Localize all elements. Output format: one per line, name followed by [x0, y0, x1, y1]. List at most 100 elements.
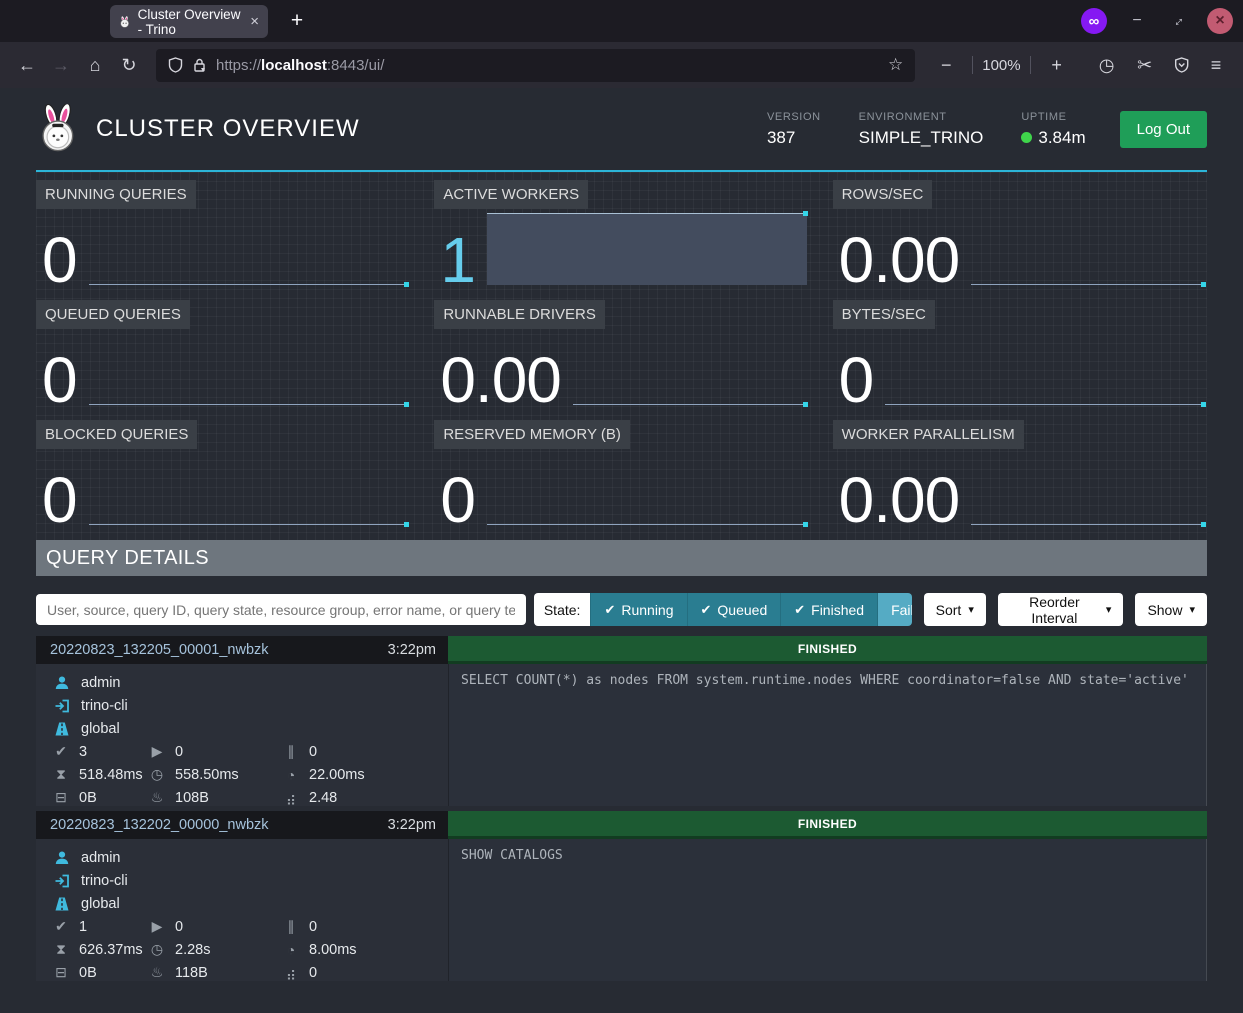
extension-shield-icon[interactable]	[1174, 57, 1189, 73]
lock-warning-icon[interactable]	[192, 57, 207, 73]
chevron-down-icon: ▾	[968, 603, 974, 616]
parallelism-icon: ⣴	[282, 789, 300, 806]
bookmark-star-icon[interactable]: ☆	[888, 55, 903, 75]
tab-close-icon[interactable]: ×	[250, 13, 259, 30]
restore-icon: ↔	[1166, 9, 1187, 30]
state-queued-button[interactable]: ✔Queued	[687, 593, 781, 626]
cumulative-memory-icon: ♨	[148, 964, 166, 981]
sparkline-dot	[404, 282, 409, 287]
history-icon[interactable]: ◷	[1090, 55, 1124, 76]
chevron-down-icon: ▾	[1189, 603, 1195, 616]
logout-button[interactable]: Log Out	[1120, 111, 1207, 148]
wall-time: 518.48ms	[79, 767, 143, 783]
sparkline-dot	[803, 402, 808, 407]
window-restore-button[interactable]: ↔	[1167, 12, 1187, 30]
sort-dropdown[interactable]: Sort▾	[924, 593, 986, 626]
user-icon	[52, 675, 72, 691]
metrics-grid: RUNNING QUERIES 0 ACTIVE WORKERS 1 ROWS/…	[36, 172, 1207, 540]
metric-panel-worker-parallelism: WORKER PARALLELISM 0.00	[833, 420, 1207, 532]
uptime-value: 3.84m	[1038, 128, 1085, 148]
show-dropdown[interactable]: Show▾	[1135, 593, 1207, 626]
parallelism: 2.48	[309, 790, 337, 806]
reload-icon[interactable]: ↻	[112, 55, 146, 76]
metric-value: 0.00	[839, 472, 960, 528]
query-source: trino-cli	[81, 698, 128, 714]
metric-sparkline	[971, 215, 1205, 285]
metric-sparkline	[89, 335, 409, 405]
query-resource-group: global	[81, 721, 120, 737]
uptime-info: UPTIME 3.84m	[1021, 111, 1085, 148]
url-host: localhost	[261, 57, 327, 74]
page-title: CLUSTER OVERVIEW	[96, 115, 360, 143]
reorder-interval-dropdown[interactable]: Reorder Interval▾	[998, 593, 1124, 626]
state-filter-group: State: ✔Running ✔Queued ✔Finished Failed…	[534, 593, 912, 626]
tracking-shield-icon[interactable]	[168, 57, 183, 73]
parallelism-icon: ⣴	[282, 964, 300, 981]
metric-label: BYTES/SEC	[833, 300, 935, 329]
browser-navbar: ← → ⌂ ↻ https://localhost:8443/ui/ ☆ − 1…	[0, 42, 1243, 88]
source-login-icon	[52, 698, 72, 714]
state-running-button[interactable]: ✔Running	[590, 593, 686, 626]
metric-label: RESERVED MEMORY (B)	[434, 420, 630, 449]
query-id-link[interactable]: 20220823_132205_00001_nwbzk	[50, 642, 269, 658]
parallelism: 0	[309, 965, 317, 981]
running-splits: 0	[175, 744, 183, 760]
chevron-down-icon: ▾	[1106, 603, 1112, 616]
query-meta-panel: admin trino-cli global ✔3 ▶0 ∥0 ⧗518.48m…	[36, 664, 448, 806]
window-close-button[interactable]: ×	[1207, 8, 1233, 34]
back-icon[interactable]: ←	[10, 55, 44, 76]
forward-icon[interactable]: →	[44, 55, 78, 76]
zoom-in-icon[interactable]: +	[1040, 55, 1074, 76]
home-icon[interactable]: ⌂	[78, 55, 112, 76]
queued-splits-icon: ∥	[282, 918, 300, 935]
metric-value: 0	[440, 472, 475, 528]
browser-tab[interactable]: Cluster Overview - Trino ×	[110, 5, 268, 38]
query-row-header: 20220823_132205_00001_nwbzk 3:22pm	[36, 636, 448, 664]
environment-info: ENVIRONMENT SIMPLE_TRINO	[859, 111, 984, 148]
state-finished-button[interactable]: ✔Finished	[780, 593, 877, 626]
trino-logo	[36, 104, 82, 154]
window-minimize-button[interactable]: −	[1127, 12, 1147, 30]
query-search-input[interactable]	[36, 594, 526, 625]
zoom-level[interactable]: 100%	[982, 57, 1020, 74]
check-icon: ✔	[604, 602, 615, 618]
new-tab-button[interactable]: +	[282, 6, 312, 36]
queued-splits: 0	[309, 919, 317, 935]
zoom-out-icon[interactable]: −	[929, 55, 963, 76]
metric-label: BLOCKED QUERIES	[36, 420, 197, 449]
url-bar[interactable]: https://localhost:8443/ui/ ☆	[156, 49, 915, 82]
trino-favicon	[119, 14, 131, 30]
url-protocol: https://	[216, 57, 261, 74]
state-failed-dropdown[interactable]: Failed▾	[877, 593, 912, 626]
queued-splits-icon: ∥	[282, 743, 300, 760]
query-resource-group: global	[81, 896, 120, 912]
menu-hamburger-icon[interactable]: ≡	[1199, 55, 1233, 76]
query-status-bar: FINISHED	[448, 811, 1207, 839]
cpu-time-icon: ◔	[282, 767, 300, 783]
query-details-title: QUERY DETAILS	[46, 547, 209, 570]
state-filter-label: State:	[534, 593, 591, 626]
current-memory-icon: ⊟	[52, 964, 70, 981]
query-id-link[interactable]: 20220823_132202_00000_nwbzk	[50, 817, 269, 833]
screenshot-scissors-icon[interactable]: ✂	[1128, 55, 1162, 76]
version-info: VERSION 387	[767, 111, 821, 148]
elapsed-time-icon: ◷	[148, 766, 166, 783]
query-meta-panel: admin trino-cli global ✔1 ▶0 ∥0 ⧗626.37m…	[36, 839, 448, 981]
query-toolbar: State: ✔Running ✔Queued ✔Finished Failed…	[36, 593, 1207, 626]
sparkline-dot	[803, 522, 808, 527]
query-time: 3:22pm	[388, 817, 436, 833]
metric-panel-running-queries: RUNNING QUERIES 0	[36, 180, 410, 292]
current-memory: 0B	[79, 965, 97, 981]
sparkline-dot	[1201, 522, 1206, 527]
metric-panel-active-workers: ACTIVE WORKERS 1	[434, 180, 808, 292]
completed-splits: 3	[79, 744, 87, 760]
metric-sparkline	[971, 455, 1205, 525]
elapsed-time: 2.28s	[175, 942, 210, 958]
metric-value: 1	[440, 232, 475, 288]
wall-time-icon: ⧗	[52, 766, 70, 783]
current-memory-icon: ⊟	[52, 789, 70, 806]
elapsed-time: 558.50ms	[175, 767, 239, 783]
version-value: 387	[767, 128, 821, 148]
sparkline-dot	[1201, 282, 1206, 287]
cumulative-memory: 108B	[175, 790, 209, 806]
